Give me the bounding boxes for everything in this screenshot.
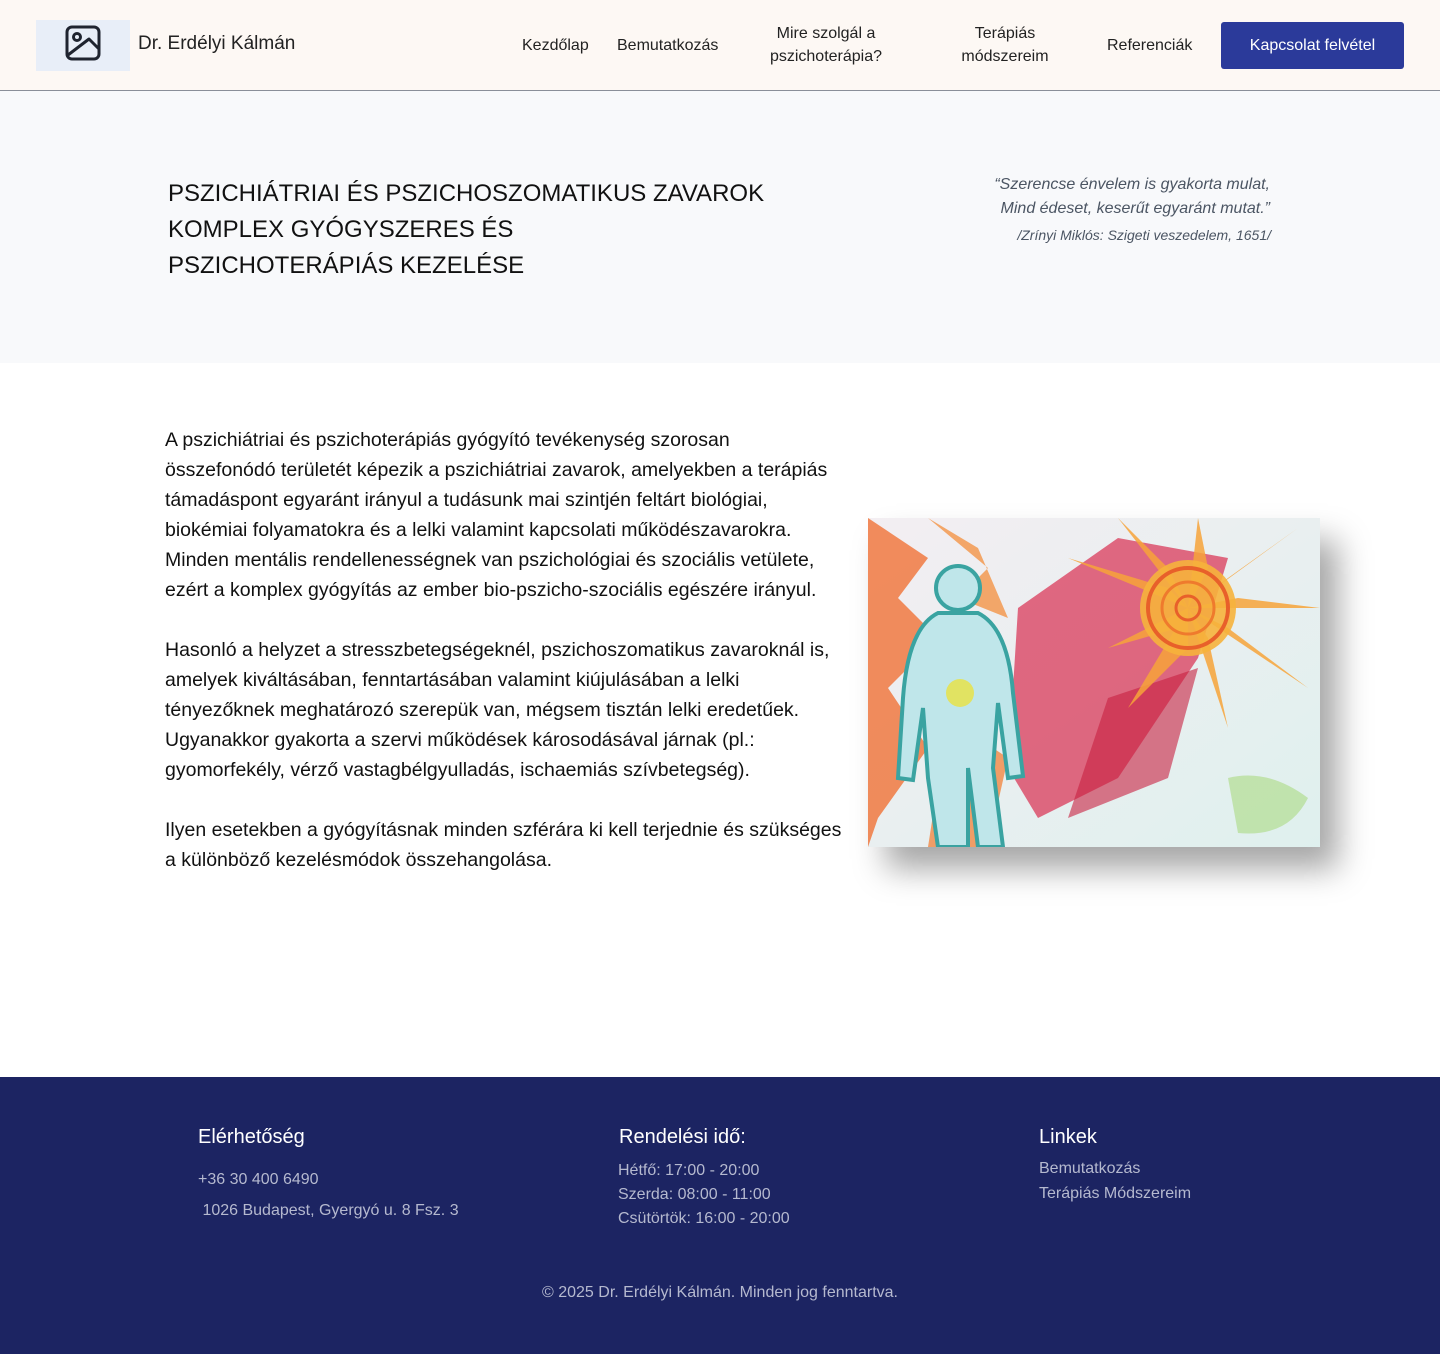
main-article: A pszichiátriai és pszichoterápiás gyógy… <box>165 425 845 905</box>
page-title: PSZICHIÁTRIAI ÉS PSZICHOSZOMATIKUS ZAVAR… <box>168 176 788 284</box>
contact-button[interactable]: Kapcsolat felvétel <box>1221 22 1404 69</box>
hero-section: PSZICHIÁTRIAI ÉS PSZICHOSZOMATIKUS ZAVAR… <box>0 91 1440 363</box>
contact-address: 1026 Budapest, Gyergyó u. 8 Fsz. 3 <box>198 1202 459 1219</box>
quote-line: Mind édeset, keserűt egyaránt mutat.” <box>1000 200 1270 217</box>
hours-line: Hétfő: 17:00 - 20:00 <box>618 1162 760 1179</box>
site-footer: Elérhetőség +36 30 400 6490 1026 Budapes… <box>0 1077 1440 1354</box>
article-paragraph: A pszichiátriai és pszichoterápiás gyógy… <box>165 429 828 601</box>
image-placeholder-icon <box>65 25 101 66</box>
artwork-image <box>868 518 1320 847</box>
hours-line: Csütörtök: 16:00 - 20:00 <box>618 1210 790 1227</box>
page-title-line: PSZICHOTERÁPIÁS KEZELÉSE <box>168 252 525 279</box>
page-title-line: KOMPLEX GYÓGYSZERES ÉS <box>168 216 514 243</box>
hours-line: Szerda: 08:00 - 11:00 <box>618 1186 771 1203</box>
contact-heading: Elérhetőség <box>198 1126 305 1148</box>
article-paragraph: Hasonló a helyzet a stresszbetegségeknél… <box>165 639 830 781</box>
quote-source: /Zrínyi Miklós: Szigeti veszedelem, 1651… <box>1017 227 1271 243</box>
footer-link-therapy-methods[interactable]: Terápiás Módszereim <box>1039 1182 1191 1206</box>
nav-link-what-is-psychotherapy[interactable]: Mire szolgál a pszichoterápia? <box>764 22 888 68</box>
brand-name[interactable]: Dr. Erdélyi Kálmán <box>138 33 295 55</box>
copyright-text: © 2025 Dr. Erdélyi Kálmán. Minden jog fe… <box>542 1284 898 1301</box>
footer-link-about[interactable]: Bemutatkozás <box>1039 1157 1140 1181</box>
nav-link-about[interactable]: Bemutatkozás <box>617 34 718 57</box>
contact-phone[interactable]: +36 30 400 6490 <box>198 1168 319 1192</box>
nav-link-home[interactable]: Kezdőlap <box>522 34 589 57</box>
links-heading: Linkek <box>1039 1126 1097 1148</box>
hours-heading: Rendelési idő: <box>619 1126 746 1148</box>
quote-line: “Szerencse énvelem is gyakorta mulat, <box>994 176 1270 193</box>
site-header: Dr. Erdélyi Kálmán Kezdőlap Bemutatkozás… <box>0 0 1440 91</box>
hero-quote: “Szerencse énvelem is gyakorta mulat, Mi… <box>880 173 1270 221</box>
nav-link-references[interactable]: Referenciák <box>1107 34 1192 57</box>
logo[interactable] <box>36 20 130 71</box>
page-title-line: PSZICHIÁTRIAI ÉS PSZICHOSZOMATIKUS ZAVAR… <box>168 180 765 207</box>
article-paragraph: Ilyen esetekben a gyógyításnak minden sz… <box>165 819 842 871</box>
nav-link-therapy-methods[interactable]: Terápiás módszereim <box>955 22 1055 68</box>
